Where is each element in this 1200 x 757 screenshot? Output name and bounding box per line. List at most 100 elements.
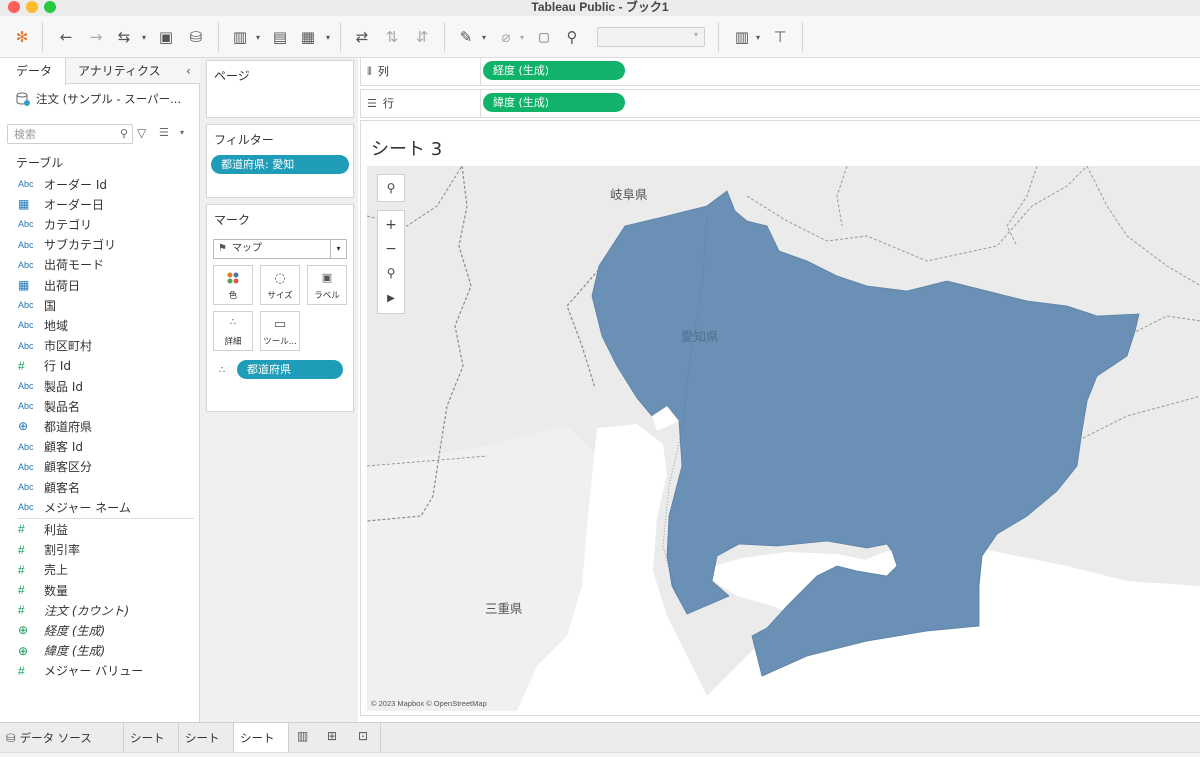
clear-sheet-caret-icon[interactable]: ▾ xyxy=(326,33,330,42)
clear-sheet-icon[interactable]: ▦ xyxy=(296,25,320,49)
string-type-icon: Abc xyxy=(18,482,34,492)
show-me-caret-icon[interactable]: ▾ xyxy=(756,33,760,42)
string-type-icon: Abc xyxy=(18,441,34,452)
map-view[interactable]: ⚲ + − ⚲ ▶ 岐阜県 愛知県 三重県 © 2023 Mapbox © Op… xyxy=(367,166,1200,711)
tab-data[interactable]: データ xyxy=(0,58,66,85)
map-attribution[interactable]: © 2023 Mapbox © OpenStreetMap xyxy=(371,699,487,708)
filter-pill-prefecture[interactable]: 都道府県: 愛知 xyxy=(211,155,349,174)
new-worksheet-caret-icon[interactable]: ▾ xyxy=(256,33,260,42)
list-view-caret-icon[interactable]: ▾ xyxy=(180,128,184,137)
highlight-icon[interactable]: ✎ xyxy=(454,25,478,49)
string-type-icon: Abc xyxy=(18,239,34,250)
pin-axes-icon[interactable]: ⚲ xyxy=(560,25,584,49)
expand-toolbar-icon[interactable]: ▶ xyxy=(378,287,404,311)
tab-sheet-3[interactable]: シート 3 xyxy=(234,723,289,753)
rows-pill-latitude[interactable]: 緯度 (生成) xyxy=(483,93,625,112)
field-item[interactable]: Abc 製品 Id xyxy=(18,376,83,396)
sort-descending-icon[interactable]: ⇵ xyxy=(410,25,434,49)
pin-map-icon[interactable]: ⚲ xyxy=(378,261,404,285)
field-item[interactable]: Abc 製品名 xyxy=(18,396,80,416)
field-item[interactable]: Abc 顧客 Id xyxy=(18,437,83,457)
field-name: 国 xyxy=(44,298,57,313)
sort-ascending-icon[interactable]: ⇅ xyxy=(380,25,404,49)
swap-icon[interactable]: ⇆ xyxy=(112,25,136,49)
field-item[interactable]: Abc 市区町村 xyxy=(18,336,92,356)
field-item[interactable]: Abc カテゴリ xyxy=(18,214,92,234)
field-name: 緯度 (生成) xyxy=(44,644,106,659)
field-name: 割引率 xyxy=(44,543,81,558)
field-item[interactable]: Abc オーダー Id xyxy=(18,174,107,194)
swap-rows-columns-icon[interactable]: ⇄ xyxy=(350,25,374,49)
presentation-mode-icon[interactable]: ⊤ xyxy=(768,25,792,49)
string-type-icon: Abc xyxy=(18,502,34,513)
field-item[interactable]: ⊕ 緯度 (生成) xyxy=(18,641,105,661)
datasource-item[interactable]: 注文 (サンプル - スーパー... xyxy=(16,91,181,107)
size-button[interactable]: ◌ サイズ xyxy=(260,265,300,305)
group-icon[interactable]: ⌀ xyxy=(494,25,518,49)
field-item[interactable]: # 行 Id xyxy=(18,356,71,376)
zoom-out-icon[interactable]: − xyxy=(378,237,404,261)
highlight-caret-icon[interactable]: ▾ xyxy=(482,33,486,42)
field-item[interactable]: Abc 顧客区分 xyxy=(18,457,92,477)
show-labels-icon[interactable]: ▢ xyxy=(532,25,556,49)
new-datasource-icon[interactable]: ⛁ xyxy=(184,25,208,49)
window-title: Tableau Public - ブック1 xyxy=(531,0,669,14)
new-story-tab-icon[interactable]: ⊡ xyxy=(358,729,368,743)
tableau-logo-icon[interactable]: ✻ xyxy=(10,25,34,49)
map-canvas[interactable] xyxy=(367,166,1200,711)
show-me-icon[interactable]: ▥ xyxy=(730,25,754,49)
save-icon[interactable]: ▣ xyxy=(154,25,178,49)
group-caret-icon[interactable]: ▾ xyxy=(520,33,524,42)
swap-caret-icon[interactable]: ▾ xyxy=(142,33,146,42)
new-worksheet-icon[interactable]: ▥ xyxy=(228,25,252,49)
tables-heading: テーブル xyxy=(16,156,64,170)
collapse-pane-icon[interactable]: ‹ xyxy=(186,58,191,84)
field-name: 出荷日 xyxy=(44,278,81,293)
detail-button[interactable]: ∴ 詳細 xyxy=(213,311,253,351)
undo-icon[interactable]: ← xyxy=(54,25,78,49)
zoom-in-icon[interactable]: + xyxy=(378,213,404,237)
field-item[interactable]: Abc 出荷モード xyxy=(18,255,104,275)
field-item[interactable]: ▦ オーダー日 xyxy=(18,194,104,214)
field-item[interactable]: Abc 顧客名 xyxy=(18,477,80,497)
tab-analytics[interactable]: アナリティクス xyxy=(78,58,161,84)
field-item[interactable]: # 割引率 xyxy=(18,540,80,560)
sheet-title[interactable]: シート 3 xyxy=(371,135,442,161)
field-item[interactable]: # 注文 (カウント) xyxy=(18,600,129,620)
tab-sheet-2[interactable]: シート 2 xyxy=(179,723,234,753)
new-dashboard-tab-icon[interactable]: ⊞ xyxy=(327,729,337,743)
field-item[interactable]: Abc サブカテゴリ xyxy=(18,235,116,255)
field-item[interactable]: # 利益 xyxy=(18,519,68,539)
field-item[interactable]: Abc 国 xyxy=(18,295,56,315)
field-item[interactable]: Abc 地域 xyxy=(18,315,68,335)
rows-shelf[interactable]: ☰ 行 緯度 (生成) xyxy=(360,89,1200,118)
filter-icon[interactable]: ▽ xyxy=(137,126,146,140)
tab-sheet-1[interactable]: シート 1 xyxy=(124,723,179,753)
redo-icon[interactable]: → xyxy=(84,25,108,49)
field-item[interactable]: # メジャー バリュー xyxy=(18,661,143,681)
field-item[interactable]: ▦ 出荷日 xyxy=(18,275,80,295)
view-area: シート 3 ⚲ + − ⚲ ▶ 岐阜県 愛知県 三重県 © 2023 Mapbo… xyxy=(360,120,1200,716)
label-button[interactable]: ▣ ラベル xyxy=(307,265,347,305)
filters-card[interactable]: フィルター 都道府県: 愛知 xyxy=(206,124,354,198)
tooltip-button[interactable]: ▭ ツール... xyxy=(260,311,300,351)
tab-data-source[interactable]: ⛁ データ ソース xyxy=(0,723,124,753)
pages-card[interactable]: ページ xyxy=(206,60,354,118)
field-item[interactable]: ⊕ 経度 (生成) xyxy=(18,620,105,640)
search-box[interactable]: ⚲ xyxy=(7,124,133,144)
field-item[interactable]: # 数量 xyxy=(18,580,68,600)
field-item[interactable]: Abc メジャー ネーム xyxy=(18,497,131,517)
search-input[interactable] xyxy=(8,125,108,143)
new-worksheet-tab-icon[interactable]: ▥ xyxy=(297,729,308,743)
columns-pill-longitude[interactable]: 経度 (生成) xyxy=(483,61,625,80)
detail-pill-prefecture[interactable]: 都道府県 xyxy=(237,360,343,379)
field-item[interactable]: ⊕ 都道府県 xyxy=(18,416,92,436)
color-button[interactable]: 色 xyxy=(213,265,253,305)
field-item[interactable]: # 売上 xyxy=(18,560,68,580)
map-search-button[interactable]: ⚲ xyxy=(377,174,405,202)
mark-type-select[interactable]: ⚑ マップ ▾ xyxy=(213,239,347,259)
list-view-icon[interactable]: ☰ xyxy=(159,126,169,139)
duplicate-sheet-icon[interactable]: ▤ xyxy=(268,25,292,49)
columns-shelf[interactable]: ⦀ 列 経度 (生成) xyxy=(360,57,1200,86)
fit-width-select[interactable]: ▾ xyxy=(597,27,705,47)
